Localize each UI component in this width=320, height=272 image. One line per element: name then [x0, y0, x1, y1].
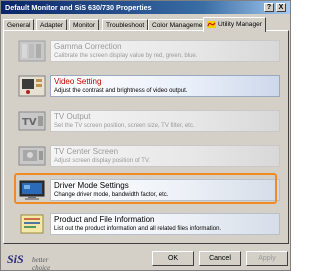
- close-button[interactable]: X: [276, 3, 286, 12]
- item-description: Adjust the contrast and brightness of vi…: [54, 88, 188, 94]
- tab-label: Utility Manager: [218, 21, 262, 28]
- utility-manager-panel: Gamma Correction Calibrate the screen di…: [3, 30, 289, 244]
- svg-text:TV: TV: [22, 117, 37, 128]
- item-bar: Product and File Information List out th…: [50, 213, 280, 235]
- tab-strip: General Adapter Monitor Troubleshoot Col…: [3, 17, 289, 32]
- item-title: Product and File Information: [54, 215, 155, 224]
- item-bar: TV Output Set the TV screen position, sc…: [50, 110, 280, 132]
- tab-label: General: [7, 22, 31, 29]
- properties-window: Default Monitor and SiS 630/730 Properti…: [0, 0, 291, 272]
- item-title: Driver Mode Settings: [54, 181, 129, 190]
- ok-button[interactable]: OK: [152, 251, 194, 266]
- product-info-icon: [20, 214, 44, 234]
- gamma-correction-item[interactable]: Gamma Correction Calibrate the screen di…: [15, 38, 280, 64]
- tagline-text: better choice: [32, 256, 51, 272]
- tv-output-item[interactable]: TV TV Output Set the TV screen position,…: [15, 108, 280, 134]
- footer-bar: SiS better choice OK Cancel Apply: [1, 247, 290, 272]
- item-bar: TV Center Screen Adjust screen display p…: [50, 145, 280, 167]
- item-description: Set the TV screen position, screen size,…: [54, 123, 195, 129]
- item-description: Adjust screen display position of TV.: [54, 158, 151, 164]
- gamma-icon: [18, 40, 46, 62]
- item-title: TV Center Screen: [54, 147, 119, 156]
- item-title: Video Setting: [54, 77, 102, 86]
- driver-mode-settings-item[interactable]: Driver Mode Settings Change driver mode,…: [15, 177, 280, 203]
- video-setting-icon: [18, 75, 46, 97]
- tv-output-icon: TV: [18, 111, 46, 131]
- sis-logo-text: SiS: [7, 252, 24, 266]
- tv-center-screen-item[interactable]: TV Center Screen Adjust screen display p…: [15, 143, 280, 169]
- item-bar: Driver Mode Settings Change driver mode,…: [50, 179, 280, 201]
- item-bar: Video Setting Adjust the contrast and br…: [50, 75, 280, 97]
- sis-logo-icon: [207, 20, 216, 28]
- item-description: List out the product information and all…: [54, 226, 222, 232]
- item-title: Gamma Correction: [54, 42, 122, 51]
- sis-logo: SiS better choice: [7, 251, 67, 272]
- item-description: Change driver mode, bandwidth factor, et…: [54, 192, 169, 198]
- cancel-button[interactable]: Cancel: [199, 251, 241, 266]
- product-file-information-item[interactable]: Product and File Information List out th…: [15, 211, 280, 237]
- apply-button[interactable]: Apply: [246, 251, 288, 266]
- tab-label: Adapter: [40, 22, 64, 29]
- item-title: TV Output: [54, 112, 91, 121]
- tab-label: Troubleshoot: [106, 22, 145, 29]
- video-setting-item[interactable]: Video Setting Adjust the contrast and br…: [15, 73, 280, 99]
- help-button[interactable]: ?: [264, 3, 274, 12]
- item-bar: Gamma Correction Calibrate the screen di…: [50, 40, 280, 62]
- tv-center-icon: [18, 146, 46, 166]
- tab-label: Monitor: [73, 22, 95, 29]
- title-bar[interactable]: Default Monitor and SiS 630/730 Properti…: [1, 1, 290, 14]
- tab-utility-manager[interactable]: Utility Manager: [203, 17, 266, 32]
- driver-mode-icon: [19, 180, 45, 200]
- item-description: Calibrate the screen display value by re…: [54, 53, 198, 59]
- tab-label: Color Management: [152, 22, 209, 29]
- window-title: Default Monitor and SiS 630/730 Properti…: [5, 3, 152, 12]
